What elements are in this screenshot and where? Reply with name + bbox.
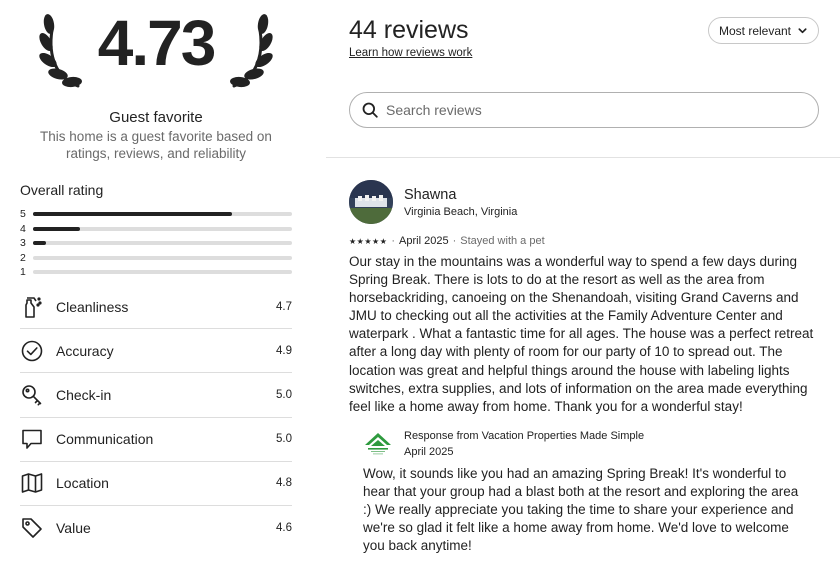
distribution-star-label: 2 (20, 251, 26, 264)
search-reviews-input[interactable] (386, 102, 786, 118)
distribution-track (33, 226, 292, 231)
stay-note: Stayed with a pet (460, 235, 545, 247)
response-title: Response from Vacation Properties Made S… (404, 430, 645, 442)
distribution-star-label: 1 (20, 266, 26, 279)
star-rating: ★★★★★ (349, 236, 388, 246)
distribution-track (33, 255, 292, 260)
response-text: Wow, it sounds like you had an amazing S… (363, 466, 799, 554)
distribution-track (33, 212, 292, 217)
distribution-row: 3 (20, 236, 292, 251)
category-label: Cleanliness (56, 298, 129, 315)
chat-bubble-icon (20, 427, 44, 451)
category-cleanliness: Cleanliness 4.7 (20, 285, 292, 330)
category-label: Accuracy (56, 342, 114, 359)
review-meta: ★★★★★ · April 2025 · Stayed with a pet (349, 235, 545, 247)
key-icon (20, 383, 44, 407)
guest-favorite-title: Guest favorite (109, 109, 203, 126)
category-label: Location (56, 475, 109, 492)
distribution-fill (33, 212, 233, 217)
ratings-summary-panel: 4.73 Guest favorite This home is a guest… (0, 0, 326, 566)
review-text: Our stay in the mountains was a wonderfu… (349, 254, 814, 414)
distribution-star-label: 4 (20, 222, 26, 235)
reviewer-name: Shawna (404, 187, 457, 203)
spray-bottle-icon (20, 295, 44, 319)
category-location: Location 4.8 (20, 462, 292, 506)
distribution-row: 1 (20, 265, 292, 280)
response-date: April 2025 (404, 446, 454, 458)
distribution-fill (33, 226, 80, 231)
category-score: 5.0 (276, 433, 292, 446)
price-tag-icon (20, 516, 44, 540)
category-check-in: Check-in 5.0 (20, 373, 292, 418)
category-label: Value (56, 520, 91, 537)
category-label: Check-in (56, 386, 112, 403)
search-reviews-box[interactable] (349, 92, 819, 128)
category-score: 4.6 (276, 522, 292, 535)
reviews-count-heading: 44 reviews (349, 16, 469, 44)
laurel-right-icon (230, 14, 273, 88)
distribution-star-label: 3 (20, 237, 26, 250)
category-communication: Communication 5.0 (20, 418, 292, 462)
chevron-down-icon (798, 28, 807, 34)
sort-dropdown-button[interactable]: Most relevant (708, 17, 819, 44)
category-value: Value 4.6 (20, 506, 292, 550)
category-score: 4.8 (276, 477, 292, 490)
separator-dot: · (452, 235, 457, 247)
sort-label: Most relevant (718, 23, 792, 38)
category-score: 5.0 (276, 388, 292, 401)
reviewer-location: Virginia Beach, Virginia (404, 206, 518, 218)
category-label: Communication (56, 431, 154, 448)
distribution-fill (33, 241, 46, 246)
overall-rating-label: Overall rating (20, 182, 104, 198)
distribution-track (33, 241, 292, 246)
distribution-track (33, 270, 292, 275)
distribution-star-label: 5 (20, 208, 26, 221)
category-score: 4.9 (276, 344, 292, 357)
separator-dot: · (391, 235, 396, 247)
learn-how-reviews-work-link[interactable]: Learn how reviews work (349, 47, 472, 59)
category-ratings: Cleanliness 4.7 Accuracy 4.9 Check-in 5.… (20, 285, 292, 550)
category-score: 4.7 (276, 300, 292, 313)
distribution-row: 5 (20, 207, 292, 222)
reviews-panel: 44 reviews Learn how reviews work Most r… (326, 0, 840, 566)
divider (326, 157, 840, 158)
category-accuracy: Accuracy 4.9 (20, 329, 292, 374)
review-date: April 2025 (399, 235, 449, 247)
search-icon (362, 102, 378, 118)
guest-favorite-description: This home is a guest favorite based on r… (40, 129, 272, 161)
guest-favorite-hero: 4.73 (0, 0, 312, 110)
distribution-row: 2 (20, 251, 292, 266)
map-icon (20, 471, 44, 495)
rating-distribution: 5 4 3 2 1 (20, 207, 292, 280)
host-logo-icon (365, 433, 391, 455)
distribution-row: 4 (20, 222, 292, 237)
check-circle-icon (20, 339, 44, 363)
reviewer-avatar[interactable] (349, 180, 393, 224)
